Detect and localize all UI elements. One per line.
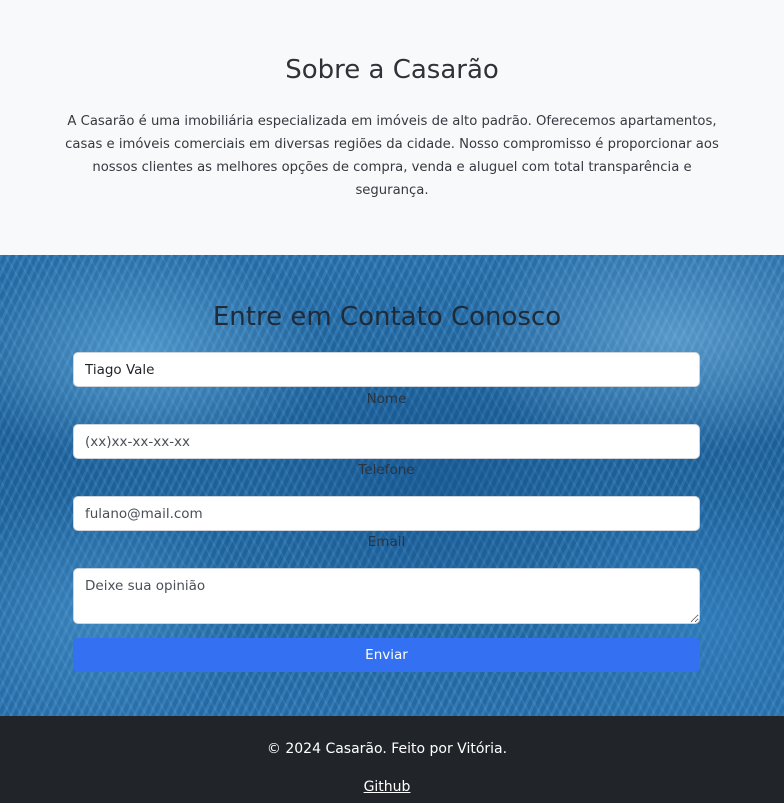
about-description: A Casarão é uma imobiliária especializad…: [65, 114, 719, 198]
contact-title: Entre em Contato Conosco: [212, 302, 562, 332]
contact-section: Entre em Contato Conosco Nome Telefone E…: [0, 255, 784, 716]
phone-input[interactable]: [73, 424, 700, 459]
github-link-wrapper: Github: [0, 777, 774, 797]
phone-label: Telefone: [358, 462, 415, 478]
footer: © 2024 Casarão. Feito por Vitória. Githu…: [0, 716, 784, 803]
email-label: Email: [367, 534, 406, 550]
name-input[interactable]: [73, 352, 700, 387]
about-section: Sobre a Casarão A Casarão é uma imobiliá…: [0, 0, 784, 255]
name-label: Nome: [366, 391, 407, 407]
submit-button[interactable]: Enviar: [73, 638, 700, 672]
about-title: Sobre a Casarão: [285, 55, 499, 85]
email-input[interactable]: [73, 496, 700, 531]
github-link[interactable]: Github: [364, 779, 411, 795]
footer-copyright: © 2024 Casarão. Feito por Vitória.: [266, 741, 508, 757]
message-textarea[interactable]: [73, 568, 700, 624]
